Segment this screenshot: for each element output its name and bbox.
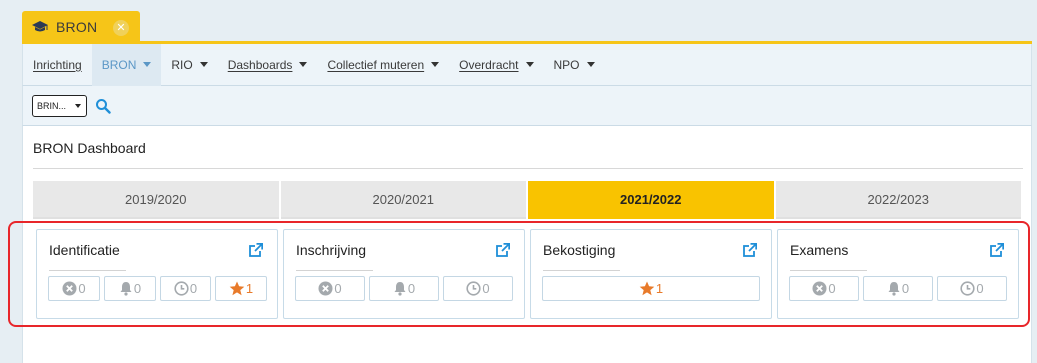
menu-label: Dashboards — [227, 57, 293, 72]
menu-label: Inrichting — [33, 57, 82, 72]
year-tabs: 2019/2020 2020/2021 2021/2022 2022/2023 — [33, 181, 1021, 219]
tab-year-2019-2020[interactable]: 2019/2020 — [33, 181, 279, 219]
page-title: BRON Dashboard — [33, 140, 146, 156]
divider — [33, 168, 1023, 169]
menu-label: NPO — [553, 57, 580, 72]
close-circle-icon[interactable]: ✕ — [113, 20, 129, 36]
highlight-outline — [8, 221, 1030, 327]
menu-item-overdracht[interactable]: Overdracht — [449, 44, 543, 86]
menu-label: BRON — [101, 57, 137, 72]
chevron-down-icon — [75, 103, 81, 108]
menu-item-collectief-muteren[interactable]: Collectief muteren — [317, 44, 449, 86]
graduation-cap-icon — [32, 21, 48, 33]
filter-toolbar: BRIN... — [22, 86, 1032, 126]
menu-item-rio[interactable]: RIO — [161, 44, 217, 86]
search-icon[interactable] — [95, 98, 111, 114]
caret-down-icon — [525, 62, 534, 67]
menu-label: Collectief muteren — [327, 57, 425, 72]
main-menu: Inrichting BRON RIO Dashboards Collectie… — [22, 43, 1032, 86]
tab-bron[interactable]: BRON ✕ — [22, 11, 140, 43]
caret-down-icon — [431, 62, 440, 67]
brin-select[interactable]: BRIN... — [32, 94, 87, 117]
menu-item-npo[interactable]: NPO — [544, 44, 605, 86]
menu-label: Overdracht — [459, 57, 519, 72]
tab-year-2020-2021[interactable]: 2020/2021 — [280, 181, 526, 219]
caret-down-icon — [586, 62, 595, 67]
caret-down-icon — [199, 62, 208, 67]
tab-year-2021-2022[interactable]: 2021/2022 — [528, 181, 774, 219]
caret-down-icon — [143, 62, 152, 67]
menu-item-dashboards[interactable]: Dashboards — [218, 44, 318, 86]
tab-label: BRON — [56, 19, 98, 35]
tab-year-2022-2023[interactable]: 2022/2023 — [775, 181, 1021, 219]
menu-label: RIO — [171, 57, 193, 72]
caret-down-icon — [299, 62, 308, 67]
brin-select-value: BRIN... — [37, 100, 67, 111]
menu-item-bron[interactable]: BRON — [91, 43, 162, 86]
menu-item-inrichting[interactable]: Inrichting — [23, 44, 92, 86]
